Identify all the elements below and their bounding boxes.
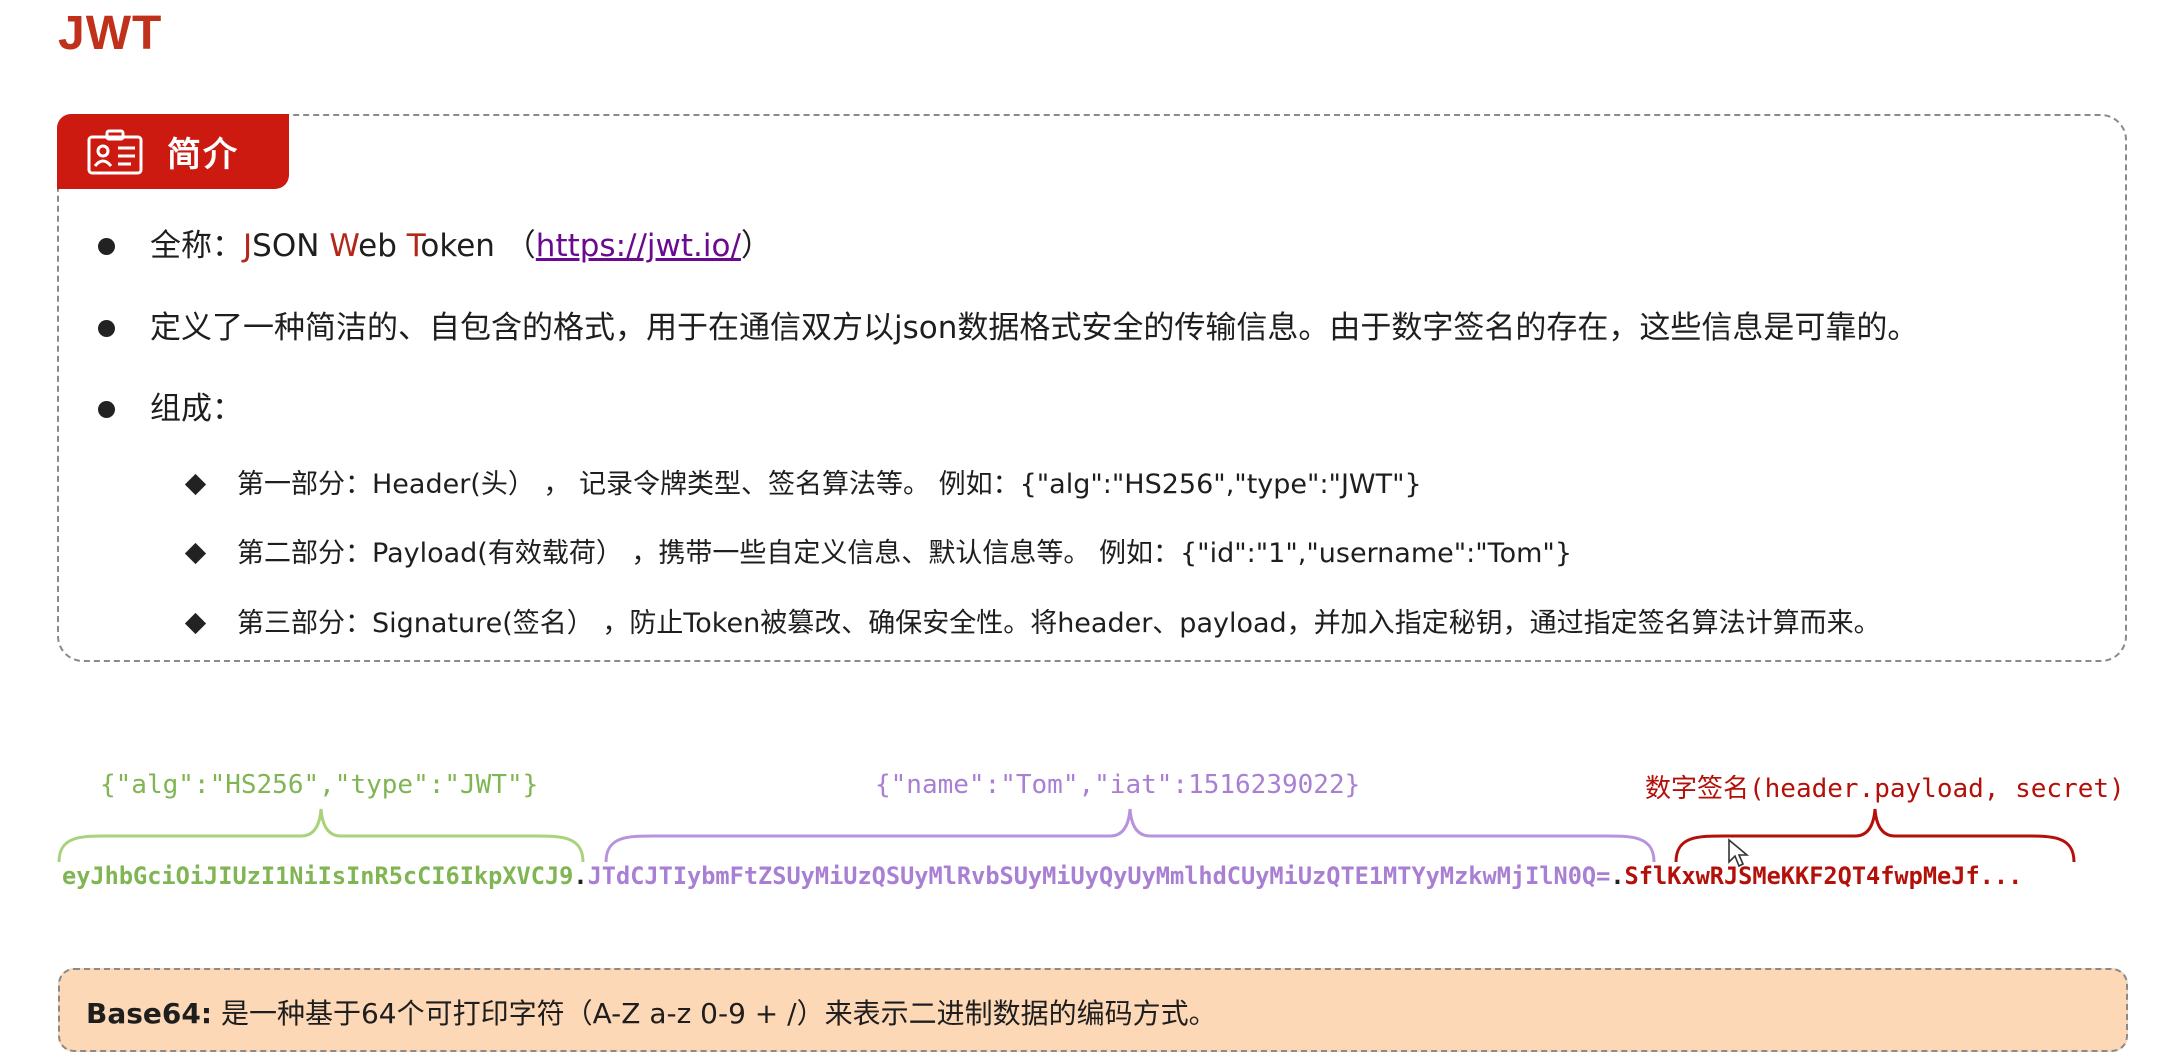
- part-signature-line: 第三部分：Signature(签名） ，防止Token被篡改、确保安全性。将he…: [237, 608, 1881, 639]
- part-payload-line: 第二部分：Payload(有效载荷） ，携带一些自定义信息、默认信息等。 例如：…: [237, 538, 1573, 569]
- signature-label: 数字签名(header.payload, secret): [1645, 774, 2125, 804]
- header-json-label: {"alg":"HS256","type":"JWT"}: [100, 770, 539, 800]
- definition-line: 定义了一种简洁的、自包含的格式，用于在通信双方以json数据格式安全的传输信息。…: [150, 310, 1919, 346]
- encoded-header: eyJhbGciOiJIUzI1NiIsInR5cCI6IkpXVCJ9: [62, 862, 574, 890]
- base64-note-text: Base64: 是一种基于64个可打印字符（A-Z a-z 0-9 + /）来表…: [86, 997, 1217, 1030]
- page-title: JWT: [58, 7, 163, 60]
- mouse-cursor-icon: [1728, 838, 1749, 868]
- payload-bracket: [604, 808, 1656, 863]
- encoded-payload: JTdCJTIybmFtZSUyMiUzQSUyMlRvbSUyMiUyQyUy…: [587, 862, 1611, 890]
- intro-tag-label: 简介: [167, 135, 239, 175]
- base64-note: Base64: 是一种基于64个可打印字符（A-Z a-z 0-9 + /）来表…: [58, 968, 2128, 1052]
- encoded-signature: SflKxwRJSMeKKF2QT4fwpMeJf...: [1624, 862, 2023, 890]
- intro-tag: 简介: [57, 114, 289, 189]
- intro-card: [57, 114, 2127, 662]
- bullet-dot: [98, 320, 115, 337]
- profile-card-icon: [87, 129, 143, 174]
- part-header-line: 第一部分：Header(头） ， 记录令牌类型、签名算法等。 例如：{"alg"…: [237, 469, 1422, 500]
- bullet-dot: [98, 238, 115, 255]
- composition-label: 组成：: [150, 391, 243, 427]
- bullet-dot: [98, 401, 115, 418]
- header-bracket: [57, 808, 585, 863]
- jwt-io-link[interactable]: https://jwt.io/: [536, 228, 741, 264]
- fullname-line: 全称：JSON Web Token （https://jwt.io/）: [150, 228, 772, 264]
- payload-json-label: {"name":"Tom","iat":1516239022}: [875, 770, 1361, 800]
